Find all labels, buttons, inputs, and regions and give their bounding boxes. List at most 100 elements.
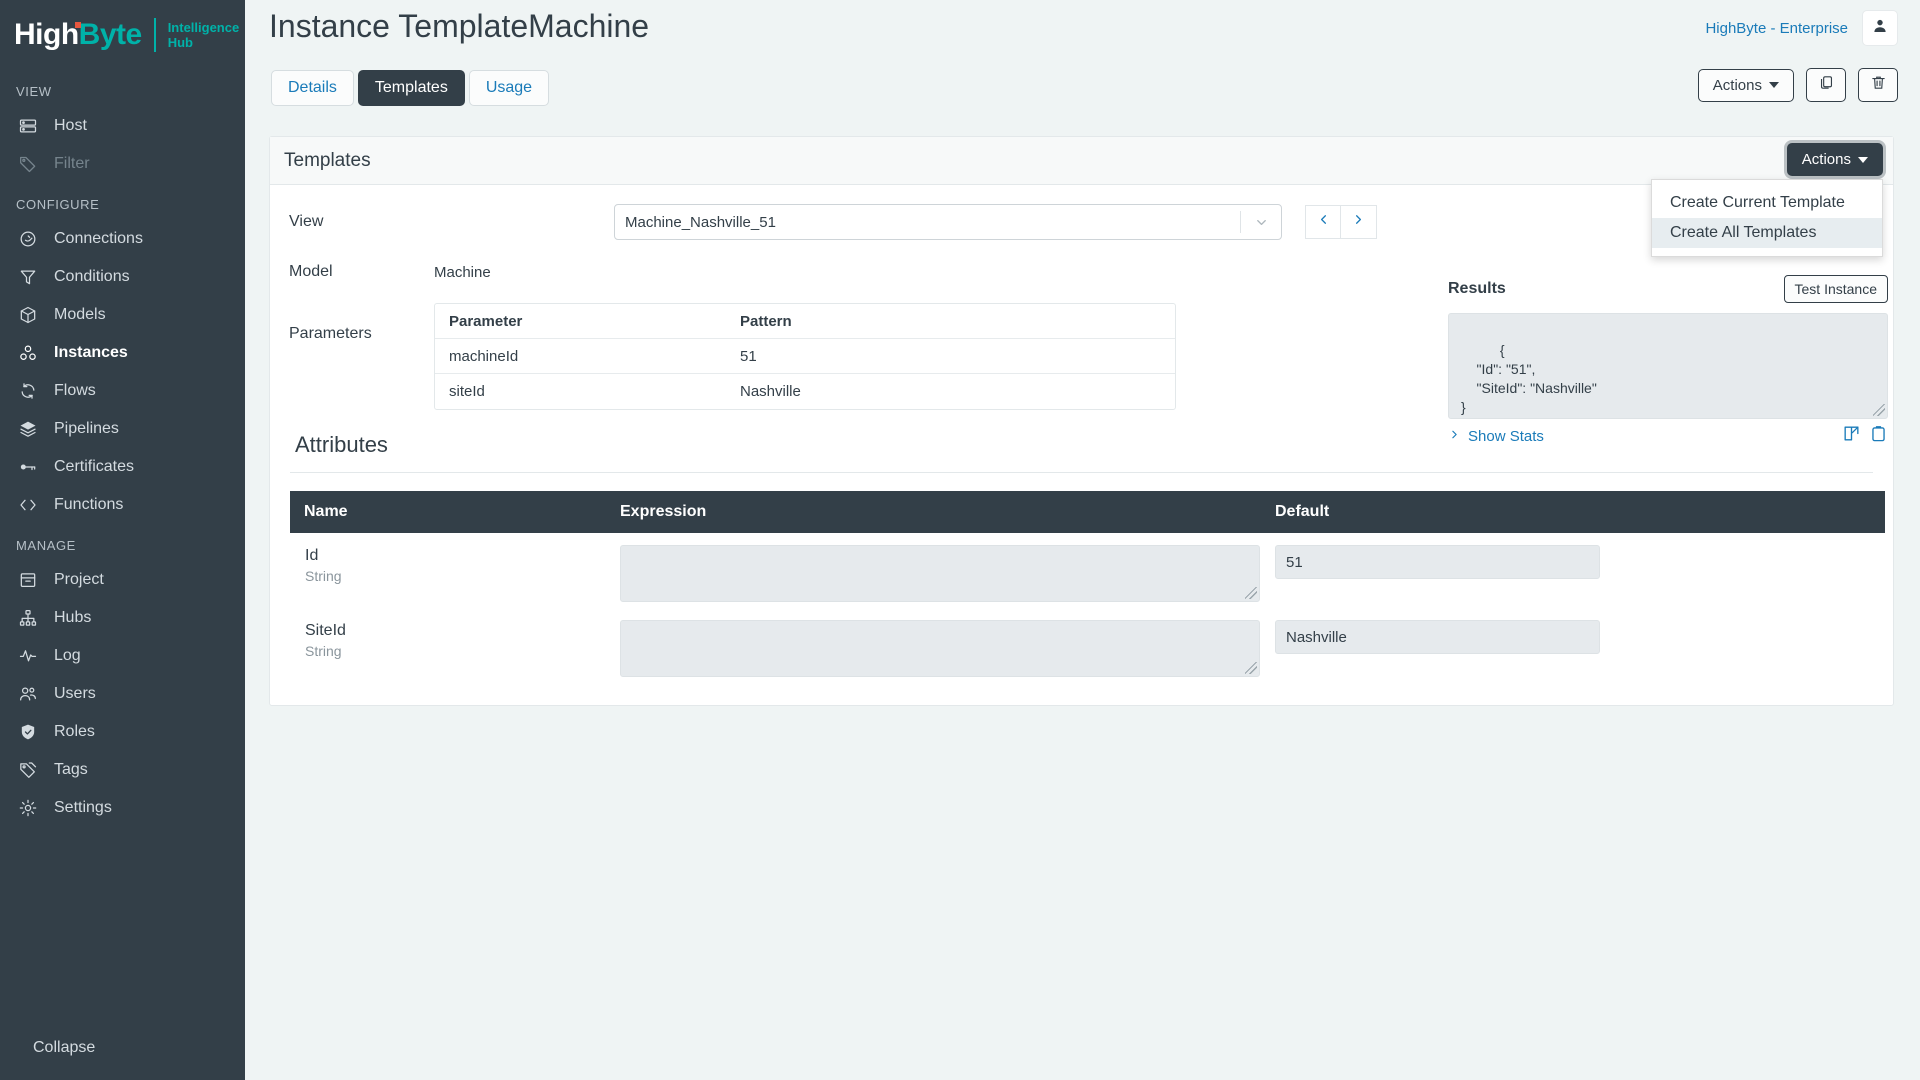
view-next-button[interactable] [1341,205,1377,239]
user-avatar-button[interactable] [1862,10,1898,46]
sidebar: HighByte Intelligence Hub VIEW Host Filter… [0,0,245,1080]
show-stats-toggle[interactable]: Show Stats [1448,428,1544,445]
results-header: Results Test Instance [1448,273,1888,305]
view-select-value: Machine_Nashville_51 [625,213,776,231]
sidebar-item-conditions[interactable]: Conditions [0,258,245,296]
header-actions-label: Actions [1712,76,1762,94]
clipboard-icon[interactable] [1869,424,1888,448]
table-row: Id String 51 [290,533,1885,608]
menu-item-create-current-template[interactable]: Create Current Template [1652,188,1882,218]
attribute-expression-cell [620,620,1275,677]
account-area: HighByte - Enterprise [1705,10,1898,46]
chevron-right-icon [1448,428,1461,445]
sidebar-item-users[interactable]: Users [0,675,245,713]
duplicate-button[interactable] [1806,68,1846,102]
parameters-table-header: Parameter Pattern [435,304,1175,339]
sidebar-item-host[interactable]: Host [0,107,245,145]
view-select[interactable]: Machine_Nashville_51 [614,204,1282,240]
parameter-name: machineId [449,347,519,365]
sidebar-item-pipelines[interactable]: Pipelines [0,410,245,448]
brand-high-text: High [14,18,79,51]
hubs-icon [17,607,39,629]
templates-card: Templates Actions Create Current Templat… [269,136,1894,706]
header-actions-button[interactable]: Actions [1697,68,1794,102]
sidebar-item-label: Log [54,647,81,664]
test-instance-label: Test Instance [1794,281,1878,297]
sidebar-section-manage: MANAGE [16,538,76,553]
page-title: Instance TemplateMachine [269,8,650,44]
sidebar-item-instances[interactable]: Instances [0,334,245,372]
results-output[interactable]: { "Id": "51", "SiteId": "Nashville" } [1448,313,1888,419]
sidebar-collapse-button[interactable]: Collapse [0,1028,245,1072]
menu-item-create-all-templates[interactable]: Create All Templates [1652,218,1882,248]
parameter-pattern: 51 [740,347,757,365]
brand-byte-text: Byte [78,18,143,51]
results-output-text: { "Id": "51", "SiteId": "Nashville" } [1461,342,1597,415]
column-header-name: Name [304,503,348,520]
expression-resize-handle[interactable] [1245,662,1257,674]
sidebar-item-tags[interactable]: Tags [0,751,245,789]
test-instance-button[interactable]: Test Instance [1783,275,1888,303]
view-label: View [289,213,324,230]
tab-templates[interactable]: Templates [357,70,465,106]
attribute-name: SiteId [305,622,346,639]
attribute-expression-input[interactable] [620,545,1260,602]
sidebar-item-hubs[interactable]: Hubs [0,599,245,637]
sidebar-item-label: Users [54,685,96,702]
attribute-name-cell: SiteId String [290,620,620,661]
brand-dot-icon [75,22,81,28]
sidebar-item-label: Settings [54,799,112,816]
attribute-expression-input[interactable] [620,620,1260,677]
brand-divider [153,18,156,52]
tags-icon [17,759,39,781]
card-actions-button[interactable]: Actions [1786,143,1883,176]
attributes-table: Name Expression Default Id String 51 SiteId… [290,491,1885,683]
results-footer: Show Stats [1448,424,1888,448]
server-icon [17,115,39,137]
sidebar-item-label: Roles [54,723,95,740]
results-tools [1842,424,1888,448]
external-link-icon[interactable] [1842,424,1861,448]
sidebar-item-flows[interactable]: Flows [0,372,245,410]
trash-icon [1870,74,1887,96]
brand-logo: HighByte Intelligence Hub [0,0,245,70]
sidebar-item-connections[interactable]: Connections [0,220,245,258]
sidebar-item-label: Filter [54,155,90,172]
attributes-divider [290,472,1873,473]
actions-dropdown-menu[interactable]: Create Current Template Create All Templa… [1651,179,1883,257]
user-icon [1871,17,1889,40]
tab-usage[interactable]: Usage [468,70,550,106]
attribute-default-cell: Nashville [1275,620,1885,654]
sidebar-item-roles[interactable]: Roles [0,713,245,751]
sidebar-item-models[interactable]: Models [0,296,245,334]
tab-details[interactable]: Details [271,70,354,106]
table-row: SiteId String Nashville [290,608,1885,683]
model-value: Machine [434,263,491,281]
gear-icon [17,797,39,819]
view-prev-button[interactable] [1305,205,1341,239]
sidebar-nav: VIEW Host Filter CONFIGURE Connections Condit… [0,70,245,827]
attribute-default-input[interactable]: 51 [1275,545,1600,579]
column-header-default: Default [1275,503,1330,520]
caret-down-icon [1769,82,1779,88]
attribute-default-input[interactable]: Nashville [1275,620,1600,654]
main-area: Instance TemplateMachine Details Template… [245,0,1920,1080]
sidebar-item-filter: Filter [0,145,245,183]
attribute-name: Id [305,547,319,564]
sidebar-item-functions[interactable]: Functions [0,486,245,524]
account-label: HighByte - Enterprise [1705,19,1848,37]
sidebar-item-project[interactable]: Project [0,561,245,599]
brand-subtitle: Intelligence Hub [168,20,240,50]
brand-subtitle-line1: Intelligence [167,20,240,35]
sidebar-item-label: Functions [54,496,124,513]
chevron-right-icon [1351,212,1366,232]
chevron-down-icon[interactable] [1241,215,1281,230]
sidebar-item-certificates[interactable]: Certificates [0,448,245,486]
expression-resize-handle[interactable] [1245,587,1257,599]
results-resize-handle[interactable] [1873,404,1885,416]
sidebar-item-log[interactable]: Log [0,637,245,675]
brand-wordmark: HighByte [14,18,142,52]
delete-button[interactable] [1858,68,1898,102]
sidebar-item-label: Tags [54,761,88,778]
sidebar-item-settings[interactable]: Settings [0,789,245,827]
